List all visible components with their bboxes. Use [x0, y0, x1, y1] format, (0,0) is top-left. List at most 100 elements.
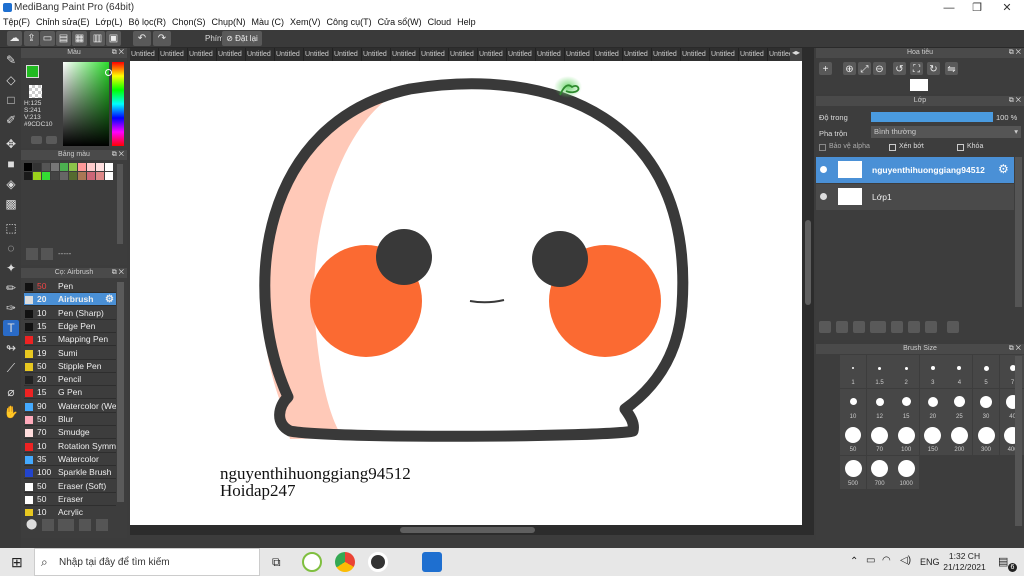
eye-icon[interactable] [820, 193, 827, 200]
brush-item[interactable]: 20 Pencil [24, 373, 116, 387]
brush-item[interactable]: 19 Sumi [24, 347, 116, 360]
document-tab[interactable]: Untitled [710, 48, 739, 61]
rotate-left-icon[interactable]: ↺ [893, 62, 906, 75]
color-picker-cursor[interactable] [105, 69, 112, 76]
zoom-in-icon[interactable]: + [819, 62, 832, 75]
horizontal-scrollbar[interactable] [130, 525, 802, 535]
delete-layer-icon[interactable] [947, 321, 959, 333]
palette-swatch[interactable] [24, 172, 32, 180]
coccoc-browser-icon[interactable] [302, 552, 322, 572]
chevron-up-icon[interactable]: ⌃ [850, 556, 858, 567]
brush-size-scrollbar[interactable] [1015, 356, 1022, 526]
brush-item[interactable]: 35 Watercolor [24, 453, 116, 466]
clipping-checkbox[interactable] [889, 144, 896, 151]
brush-tool-icon[interactable]: ✎ [3, 52, 19, 68]
vertical-scrollbar[interactable] [802, 48, 814, 535]
brush-size-cell[interactable]: 70 [866, 422, 893, 455]
color-swap-icon[interactable] [46, 136, 57, 144]
upload-icon[interactable]: ⇪ [24, 31, 39, 46]
brush-item[interactable]: 15 G Pen [24, 386, 116, 400]
close-icon[interactable]: ⧉ ✕ [1009, 48, 1021, 58]
reset-button[interactable]: ⊘ Đặt lại [222, 31, 262, 46]
menu-select[interactable]: Chọn(S) [169, 16, 209, 28]
brush-size-cell[interactable]: 1 [840, 355, 866, 388]
brush-item[interactable]: 15 Mapping Pen [24, 333, 116, 347]
menu-tools[interactable]: Công cụ(T) [324, 16, 375, 28]
hue-slider[interactable] [112, 62, 124, 146]
palette-swatch[interactable] [96, 163, 104, 171]
palette-swatch[interactable] [78, 172, 86, 180]
shape-tool-icon[interactable]: ■ [3, 156, 19, 172]
document-tab[interactable]: Untitled [565, 48, 594, 61]
panel-icon[interactable]: ▣ [106, 31, 121, 46]
brush-item[interactable]: 15 Edge Pen [24, 320, 116, 333]
brush-size-cell[interactable]: 150 [919, 422, 946, 455]
close-icon[interactable]: ⧉ ✕ [112, 48, 124, 58]
cloud-icon[interactable]: ☁ [7, 31, 22, 46]
menu-file[interactable]: Tệp(F) [0, 16, 33, 28]
windows-start-icon[interactable]: ⊞ [11, 554, 23, 571]
zoom-out-icon[interactable]: ⊖ [873, 62, 886, 75]
notification-icon[interactable]: ▤ [998, 555, 1008, 568]
palette-scrollbar[interactable] [117, 164, 123, 244]
close-icon[interactable]: ⧉ ✕ [1009, 344, 1021, 354]
palette-add-icon[interactable] [26, 248, 38, 260]
brush-size-cell[interactable]: 12 [866, 388, 893, 422]
brush-size-cell[interactable]: 500 [840, 455, 866, 489]
document-tab[interactable]: Untitled [304, 48, 333, 61]
document-tab[interactable]: Untitled [594, 48, 623, 61]
menu-snap[interactable]: Chụp(N) [209, 16, 249, 28]
maximize-button[interactable]: ❐ [962, 0, 992, 16]
palette-swatch[interactable] [33, 172, 41, 180]
language-indicator[interactable]: ENG [920, 557, 940, 567]
brush-item-selected[interactable]: 20 Airbrush ⚙ [24, 293, 116, 307]
document-tab[interactable]: Untitled [507, 48, 536, 61]
undo-icon[interactable]: ↶ [133, 31, 151, 46]
document-tab[interactable]: Untitled [652, 48, 681, 61]
palette-delete-icon[interactable] [41, 248, 53, 260]
document-tab[interactable]: Untitled [188, 48, 217, 61]
brush-size-cell[interactable]: 30 [973, 388, 999, 422]
document-tab[interactable]: Untitled [391, 48, 420, 61]
add-layer-menu-icon[interactable] [870, 321, 886, 333]
brush-size-cell[interactable]: 15 [893, 388, 920, 422]
document-tab[interactable]: Untitled [681, 48, 710, 61]
horizontal-scroll-thumb[interactable] [400, 527, 535, 533]
merge-layer-icon[interactable] [925, 321, 937, 333]
medibang-taskbar-icon[interactable] [422, 552, 442, 572]
select-tool-icon[interactable]: ⬚ [3, 220, 19, 236]
material-icon[interactable]: ▦ [72, 31, 87, 46]
brush-item[interactable]: 90 Watercolor (We [24, 400, 116, 413]
document-tab[interactable]: Untitled [333, 48, 362, 61]
layer-row[interactable]: Lớp1 [816, 184, 1014, 210]
brush-item[interactable]: 50 Blur [24, 413, 116, 426]
brush-item[interactable]: 100 Sparkle Brush [24, 466, 116, 480]
close-icon[interactable]: ⧉ ✕ [112, 150, 124, 160]
opacity-slider[interactable] [871, 112, 993, 122]
redo-icon[interactable]: ↷ [153, 31, 171, 46]
palette-swatch[interactable] [60, 172, 68, 180]
saturation-value-picker[interactable] [63, 62, 109, 146]
clock[interactable]: 1:32 CH 21/12/2021 [942, 551, 987, 573]
brush-size-cell[interactable]: 5 [973, 355, 999, 388]
palette-swatch[interactable] [69, 172, 77, 180]
palette-swatch[interactable] [51, 172, 59, 180]
palette-swatch[interactable] [33, 163, 41, 171]
document-tab[interactable]: Untitled [478, 48, 507, 61]
transparent-swatch[interactable] [29, 85, 42, 98]
document-tab[interactable]: Untitled [159, 48, 188, 61]
comment-icon[interactable]: ▤ [56, 31, 71, 46]
brush-settings-icon[interactable] [58, 519, 74, 531]
palette-swatch[interactable] [87, 172, 95, 180]
fill-tool-icon[interactable]: ◈ [3, 176, 19, 192]
document-tab[interactable]: Untitled [536, 48, 565, 61]
brush-size-cell[interactable]: 200 [946, 422, 973, 455]
palette-swatch[interactable] [42, 163, 50, 171]
palette-swatch[interactable] [105, 172, 113, 180]
menu-edit[interactable]: Chỉnh sửa(E) [33, 16, 93, 28]
gear-icon[interactable]: ⚙ [998, 162, 1009, 176]
taskbar-search[interactable]: ⌕ Nhập tại đây để tìm kiếm [34, 548, 260, 576]
brush-size-cell[interactable]: 4 [946, 355, 973, 388]
grid-icon[interactable]: ▥ [90, 31, 105, 46]
dot-tool-icon[interactable]: □ [3, 92, 19, 108]
